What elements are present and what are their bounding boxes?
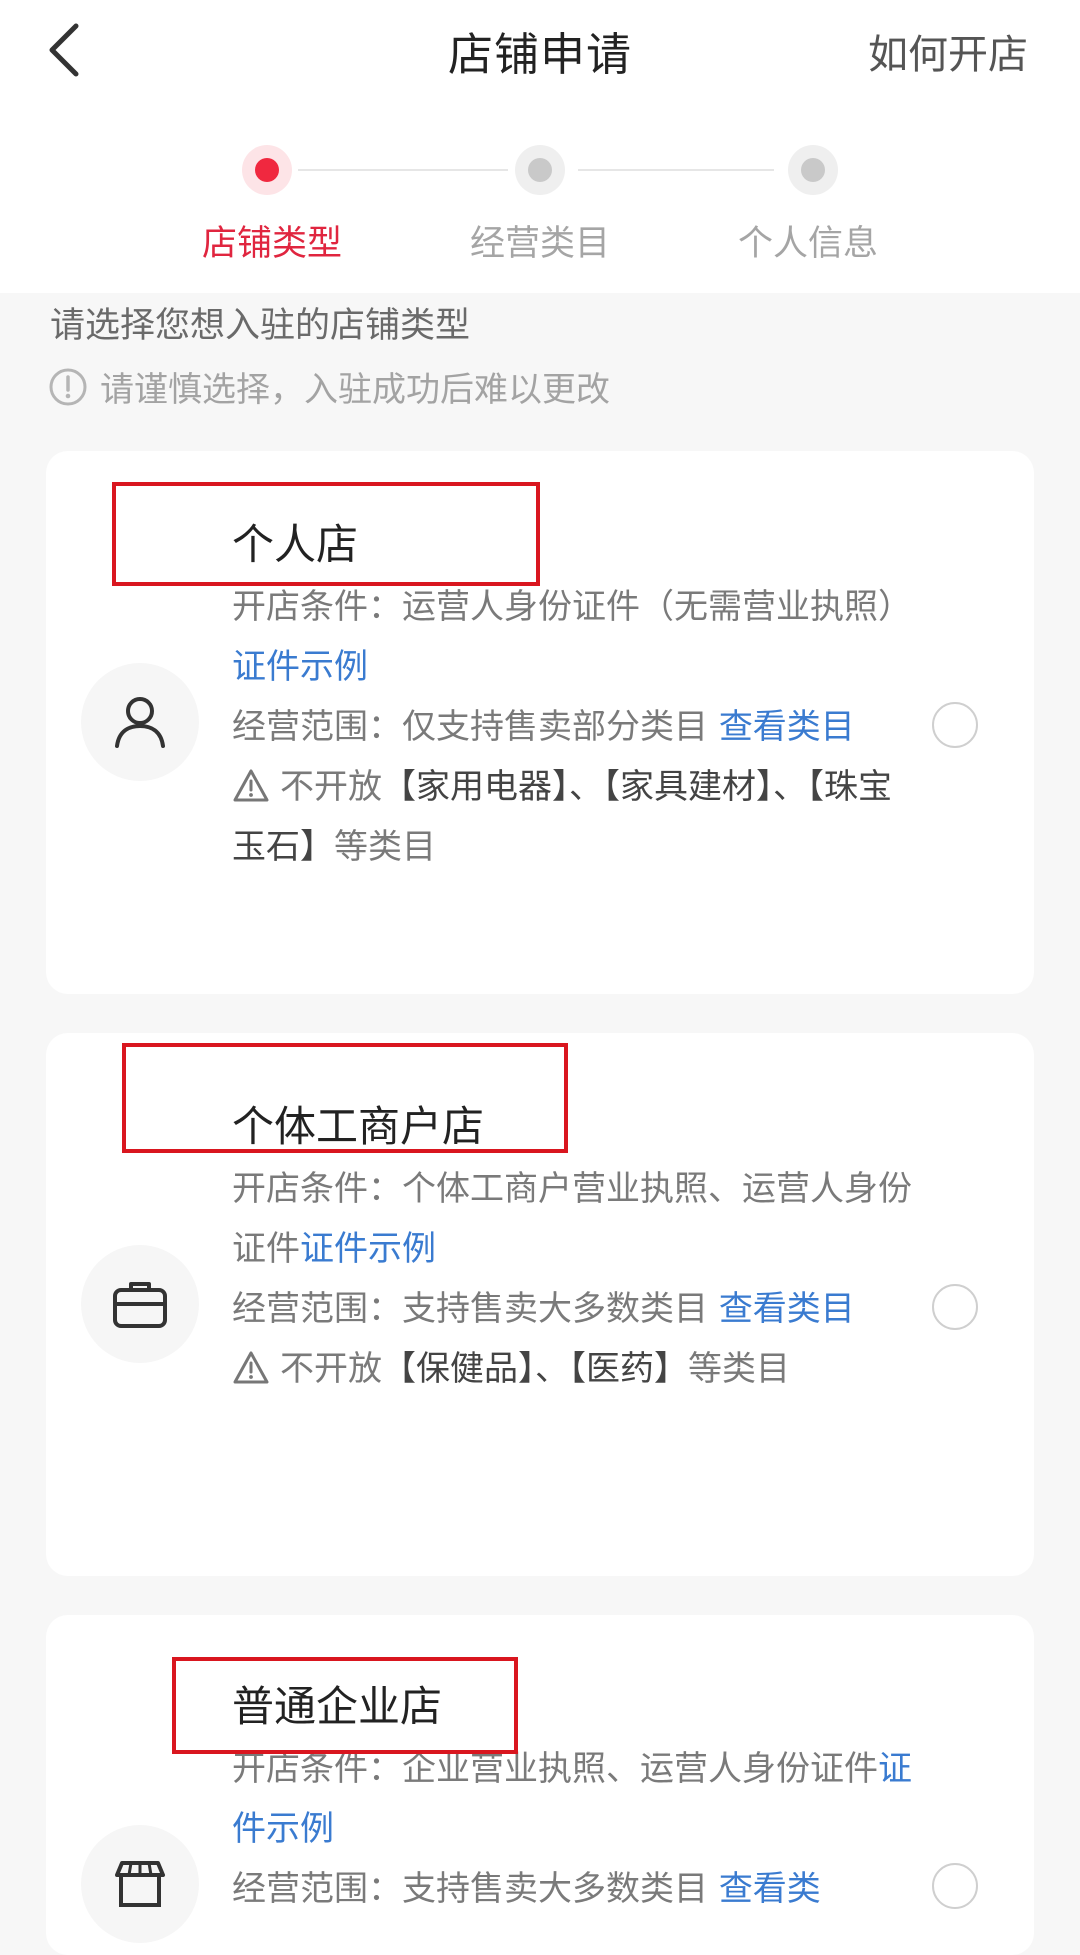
warning-triangle-icon xyxy=(233,1351,269,1384)
header-bar: 店铺申请 如何开店 店铺类型 经营类目 个人信息 xyxy=(0,0,1080,293)
select-radio-individual-business[interactable] xyxy=(932,1284,978,1330)
warning-triangle-icon xyxy=(233,769,269,802)
selection-warning-text: 请谨慎选择，入驻成功后难以更改 xyxy=(100,370,610,410)
store-type-icon xyxy=(81,1825,199,1943)
step-2-dot xyxy=(515,145,565,195)
restriction-prefix: 不开放 xyxy=(280,1349,382,1389)
step-connector xyxy=(578,169,774,171)
restriction-suffix: 等类目 xyxy=(334,827,436,867)
how-to-open-link[interactable]: 如何开店 xyxy=(868,22,1028,80)
storefront-icon xyxy=(115,1861,165,1907)
view-categories-link[interactable]: 查看类 xyxy=(719,1869,821,1909)
selection-warning: 请谨慎选择，入驻成功后难以更改 xyxy=(48,362,610,411)
certificate-example-link[interactable]: 证件示例 xyxy=(232,647,368,687)
step-1-dot xyxy=(242,145,292,195)
annotation-box-individual-business xyxy=(122,1043,568,1153)
card-details: 开店条件：运营人身份证件（无需营业执照）证件示例 经营范围：仅支持售卖部分类目 … xyxy=(232,577,922,877)
person-icon xyxy=(115,697,165,748)
scope-text: 经营范围：支持售卖大多数类目 xyxy=(232,1869,719,1909)
select-store-type-title: 请选择您想入驻的店铺类型 xyxy=(50,306,471,346)
store-type-icon xyxy=(81,663,199,781)
card-details: 开店条件：企业营业执照、运营人身份证件证件示例 经营范围：支持售卖大多数类目 查… xyxy=(232,1739,922,1919)
condition-text: 开店条件：企业营业执照、运营人身份证件 xyxy=(232,1749,878,1789)
step-connector xyxy=(298,169,508,171)
card-details: 开店条件：个体工商户营业执照、运营人身份证件证件示例 经营范围：支持售卖大多数类… xyxy=(232,1159,922,1399)
annotation-box-personal xyxy=(112,482,540,586)
info-icon xyxy=(49,368,87,405)
briefcase-icon xyxy=(113,1282,167,1328)
restricted-categories: 【保健品】、【医药】 xyxy=(382,1349,688,1389)
select-radio-enterprise[interactable] xyxy=(932,1863,978,1909)
step-3-label: 个人信息 xyxy=(737,224,878,264)
restriction-prefix: 不开放 xyxy=(280,767,382,807)
step-1-label: 店铺类型 xyxy=(201,224,342,264)
view-categories-link[interactable]: 查看类目 xyxy=(719,707,855,747)
restriction-suffix: 等类目 xyxy=(688,1349,790,1389)
step-2-label: 经营类目 xyxy=(469,224,610,264)
view-categories-link[interactable]: 查看类目 xyxy=(719,1289,855,1329)
store-type-icon xyxy=(81,1245,199,1363)
certificate-example-link[interactable]: 证件示例 xyxy=(300,1229,436,1269)
scope-text: 经营范围：支持售卖大多数类目 xyxy=(232,1289,719,1329)
step-3-dot xyxy=(788,145,838,195)
scope-text: 经营范围：仅支持售卖部分类目 xyxy=(232,707,719,747)
condition-text: 开店条件：运营人身份证件（无需营业执照） xyxy=(232,587,912,627)
select-radio-personal[interactable] xyxy=(932,702,978,748)
annotation-box-enterprise xyxy=(172,1657,518,1754)
